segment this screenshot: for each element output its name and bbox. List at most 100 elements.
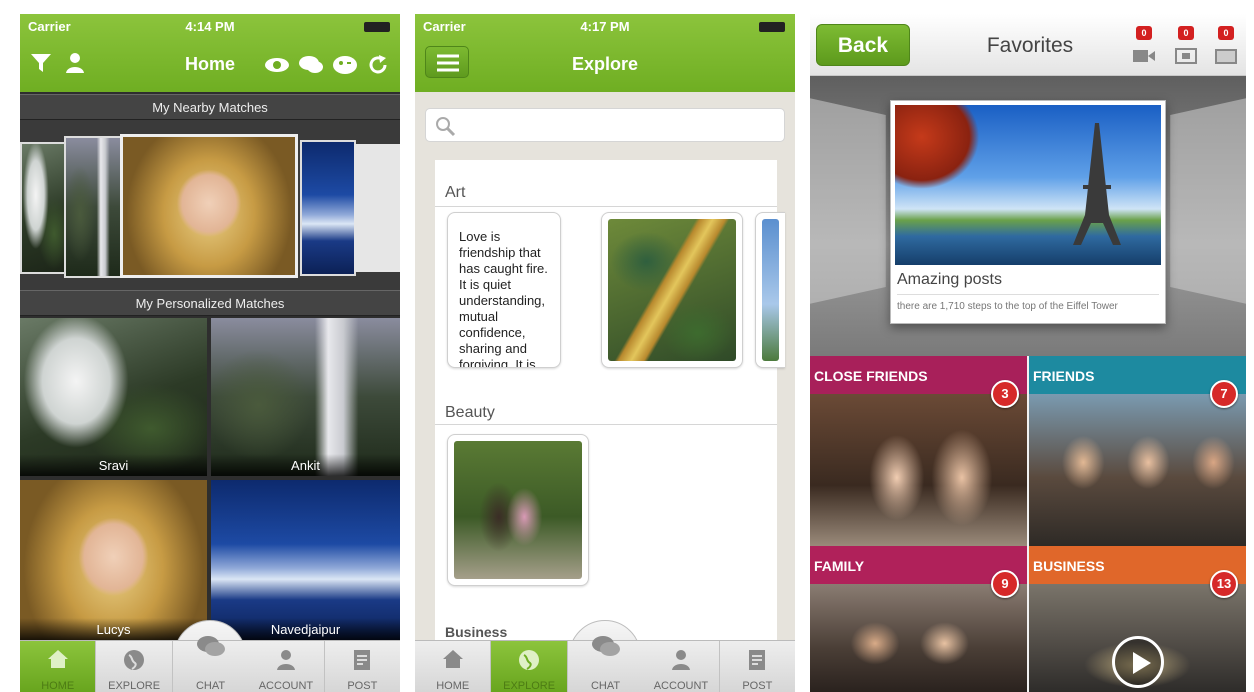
carousel-photo[interactable] xyxy=(300,140,356,276)
group-count-badge: 9 xyxy=(991,570,1019,598)
featured-post-title: Amazing posts xyxy=(897,271,1002,288)
group-count-badge: 7 xyxy=(1210,380,1238,408)
category-label: Business xyxy=(445,624,508,640)
home-icon xyxy=(442,649,464,672)
divider xyxy=(897,294,1159,295)
home-screen: Carrier 4:14 PM Home My Nearby Matches M… xyxy=(20,14,400,692)
carousel-side-card[interactable] xyxy=(810,94,886,308)
carousel-photo[interactable] xyxy=(354,144,400,272)
refresh-icon[interactable] xyxy=(366,54,390,76)
tab-bar: HOME EXPLORE CHAT ACCOUNT POST xyxy=(415,636,795,692)
post-image xyxy=(762,219,779,361)
battery-icon xyxy=(364,22,390,32)
tab-label: ACCOUNT xyxy=(653,680,709,692)
play-icon[interactable] xyxy=(1111,636,1164,688)
screenshot-collage: Carrier 4:14 PM Home My Nearby Matches M… xyxy=(0,0,1254,692)
search-icon xyxy=(434,115,456,137)
account-icon xyxy=(671,649,691,674)
featured-post-subtitle: there are 1,710 steps to the top of the … xyxy=(897,301,1118,312)
video-count-badge: 0 xyxy=(1136,26,1152,40)
tab-label: POST xyxy=(742,680,773,692)
tab-label: HOME xyxy=(41,680,75,692)
globe-icon xyxy=(123,649,145,674)
group-photo xyxy=(1029,394,1246,546)
text-count-badge: 0 xyxy=(1218,26,1234,40)
art-post-card[interactable] xyxy=(755,212,785,368)
photo-filter-button[interactable]: 0 xyxy=(1174,26,1198,66)
post-icon xyxy=(748,649,766,674)
tab-explore[interactable]: EXPLORE xyxy=(491,641,568,692)
art-post-card[interactable] xyxy=(601,212,743,368)
messages-icon[interactable] xyxy=(298,54,324,76)
chat-icon xyxy=(591,635,621,662)
clock: 4:14 PM xyxy=(185,19,235,34)
carousel-photo-selected[interactable] xyxy=(120,134,298,278)
explore-screen: Carrier 4:17 PM Explore Art Love is frie… xyxy=(415,14,795,692)
group-tile-close-friends[interactable]: CLOSE FRIENDS 3 xyxy=(810,356,1027,546)
group-count-badge: 3 xyxy=(991,380,1019,408)
carousel-side-card[interactable] xyxy=(1170,94,1246,308)
group-tile-family[interactable]: FAMILY 9 xyxy=(810,546,1027,692)
wink-icon[interactable] xyxy=(332,54,358,76)
tab-label: EXPLORE xyxy=(108,680,161,692)
page-title: Favorites xyxy=(986,34,1074,57)
page-title: Explore xyxy=(571,54,639,74)
eiffel-tower-image xyxy=(895,105,1161,265)
post-icon xyxy=(353,649,371,674)
group-tile-business[interactable]: BUSINESS 13 xyxy=(1029,546,1246,692)
featured-post-card[interactable]: Amazing posts there are 1,710 steps to t… xyxy=(890,100,1166,324)
tab-label: EXPLORE xyxy=(503,680,556,692)
tab-account[interactable]: ACCOUNT xyxy=(248,641,325,692)
favorites-screen: Back Favorites 0 0 0 Amazing posts there… xyxy=(810,14,1246,692)
favorites-header: Back Favorites 0 0 0 xyxy=(810,14,1246,76)
nearby-carousel[interactable] xyxy=(20,120,400,290)
category-label: Beauty xyxy=(445,404,495,421)
group-photo xyxy=(810,584,1027,692)
home-icon xyxy=(47,649,69,672)
beauty-post-card[interactable] xyxy=(447,434,589,586)
tab-post[interactable]: POST xyxy=(720,641,795,692)
tab-account[interactable]: ACCOUNT xyxy=(643,641,720,692)
match-card[interactable]: Navedjaipur xyxy=(211,480,400,640)
tab-label: HOME xyxy=(436,680,470,692)
tab-chat[interactable]: CHAT xyxy=(568,636,643,692)
post-image xyxy=(454,441,582,579)
match-card[interactable]: Lucys xyxy=(20,480,207,640)
eye-icon[interactable] xyxy=(264,54,290,76)
group-count-badge: 13 xyxy=(1210,570,1238,598)
tab-chat[interactable]: CHAT xyxy=(173,636,248,692)
nearby-matches-header: My Nearby Matches xyxy=(20,94,400,120)
carousel-photo[interactable] xyxy=(64,136,124,278)
video-camera-icon xyxy=(1132,48,1156,69)
tab-label: CHAT xyxy=(195,680,226,692)
match-card[interactable]: Sravi xyxy=(20,318,207,476)
clock: 4:17 PM xyxy=(580,19,630,34)
personalized-matches-header: My Personalized Matches xyxy=(20,290,400,316)
document-icon xyxy=(1214,48,1238,69)
match-card[interactable]: Ankit xyxy=(211,318,400,476)
text-filter-button[interactable]: 0 xyxy=(1214,26,1238,66)
video-filter-button[interactable]: 0 xyxy=(1132,26,1156,66)
quote-card[interactable]: Love is friendship that has caught fire.… xyxy=(447,212,561,368)
status-bar: Carrier 4:17 PM xyxy=(415,14,795,38)
group-photo xyxy=(810,394,1027,546)
tab-explore[interactable]: EXPLORE xyxy=(96,641,173,692)
tab-home[interactable]: HOME xyxy=(415,641,492,692)
back-button[interactable]: Back xyxy=(816,24,910,66)
search-input[interactable] xyxy=(425,108,785,142)
group-photo xyxy=(1029,584,1246,692)
tab-bar: HOME EXPLORE CHAT ACCOUNT POST xyxy=(20,636,400,692)
match-name: Ankit xyxy=(211,454,400,476)
post-image xyxy=(608,219,736,361)
tab-home[interactable]: HOME xyxy=(20,641,97,692)
featured-carousel[interactable]: Amazing posts there are 1,710 steps to t… xyxy=(810,76,1246,356)
photo-count-badge: 0 xyxy=(1178,26,1194,40)
category-divider xyxy=(435,424,777,425)
group-tile-friends[interactable]: FRIENDS 7 xyxy=(1029,356,1246,546)
tab-post[interactable]: POST xyxy=(325,641,400,692)
chat-icon xyxy=(196,635,226,662)
match-name: Sravi xyxy=(20,454,207,476)
carousel-photo[interactable] xyxy=(20,142,70,274)
tab-label: ACCOUNT xyxy=(258,680,314,692)
battery-icon xyxy=(759,22,785,32)
